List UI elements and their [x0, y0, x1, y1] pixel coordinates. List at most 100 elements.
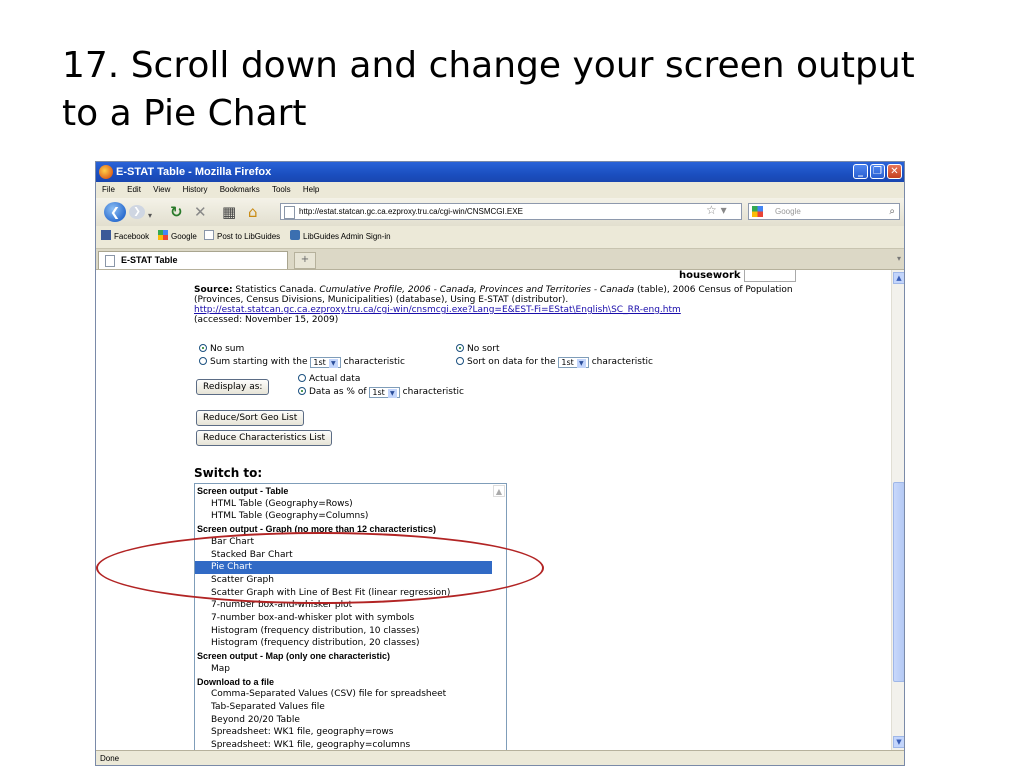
- menu-history[interactable]: History: [183, 185, 208, 194]
- print-icon[interactable]: ▦: [222, 203, 236, 221]
- forward-button[interactable]: ❯: [129, 205, 145, 219]
- listbox-option[interactable]: Pie Chart: [195, 561, 506, 575]
- radio-icon: [199, 357, 207, 365]
- browser-window: E-STAT Table - Mozilla Firefox _ ❐ ✕ Fil…: [95, 161, 905, 766]
- address-bar[interactable]: http://estat.statcan.gc.ca.ezproxy.tru.c…: [280, 203, 742, 220]
- google-icon: [752, 206, 763, 217]
- stop-icon[interactable]: ✕: [194, 203, 207, 221]
- accessed-date: (accessed: November 15, 2009): [194, 315, 339, 325]
- listbox-option[interactable]: Bar Chart: [195, 536, 506, 549]
- option-label: Sort on data for the: [467, 357, 556, 367]
- radio-icon: [298, 374, 306, 382]
- listbox-option[interactable]: Scatter Graph with Line of Best Fit (lin…: [195, 587, 506, 600]
- option-label: characteristic: [343, 357, 405, 367]
- listbox-option[interactable]: Histogram (frequency distribution, 20 cl…: [195, 637, 506, 650]
- sum-starting-option[interactable]: Sum starting with the 1st ▼ characteristi…: [199, 357, 405, 368]
- housework-cell-box: [744, 270, 796, 282]
- actual-data-option[interactable]: Actual data: [298, 374, 360, 384]
- no-sum-option[interactable]: No sum: [199, 344, 244, 354]
- reduce-characteristics-button[interactable]: Reduce Characteristics List: [196, 430, 333, 446]
- bookmark-post-to-libguides[interactable]: Post to LibGuides: [204, 226, 280, 248]
- page-content: housework Source: Statistics Canada. Cum…: [96, 270, 891, 750]
- tab-estat-table[interactable]: E-STAT Table: [98, 251, 288, 269]
- redisplay-button[interactable]: Redisplay as:: [196, 379, 270, 395]
- page-scrollbar[interactable]: ▲ ▼: [891, 270, 904, 750]
- libguides-icon: [290, 230, 300, 240]
- search-placeholder: Google: [775, 207, 801, 216]
- option-label: No sort: [467, 344, 500, 354]
- listbox-option[interactable]: Histogram (frequency distribution, 10 cl…: [195, 625, 506, 638]
- listbox-option[interactable]: Tab-Separated Values file: [195, 701, 506, 714]
- bookmark-facebook[interactable]: Facebook: [101, 226, 149, 248]
- percent-characteristic-select[interactable]: 1st ▼: [369, 387, 400, 398]
- listbox-option[interactable]: 7-number box-and-whisker plot: [195, 599, 506, 612]
- page-icon: [204, 230, 214, 240]
- scroll-down-icon[interactable]: ▼: [893, 736, 904, 748]
- menu-help[interactable]: Help: [303, 185, 319, 194]
- listbox-option[interactable]: Beyond 20/20 Table: [195, 714, 506, 727]
- bookmark-libguides-admin[interactable]: LibGuides Admin Sign-in: [290, 226, 391, 248]
- option-label: Data as % of: [309, 387, 367, 397]
- page-icon: [284, 206, 295, 219]
- output-listbox[interactable]: Screen output - Table HTML Table (Geograp…: [194, 483, 507, 750]
- chevron-down-icon: ▼: [576, 359, 586, 368]
- tab-list-icon[interactable]: ▾: [897, 254, 901, 263]
- listbox-option[interactable]: Comma-Separated Values (CSV) file for sp…: [195, 688, 506, 701]
- listbox-group-header: Screen output - Table: [197, 486, 289, 496]
- listbox-option[interactable]: Spreadsheet: WK1 file, geography=rows: [195, 726, 506, 739]
- firefox-logo-icon: [99, 165, 113, 179]
- radio-icon: [456, 344, 464, 352]
- listbox-option[interactable]: HTML Table (Geography=Rows): [195, 498, 506, 511]
- close-button[interactable]: ✕: [887, 164, 902, 179]
- tab-strip: E-STAT Table + ▾: [96, 249, 904, 270]
- sort-on-option[interactable]: Sort on data for the 1st ▼ characteristic: [456, 357, 653, 368]
- housework-label: housework: [679, 270, 741, 281]
- menu-view[interactable]: View: [153, 185, 170, 194]
- sort-characteristic-select[interactable]: 1st ▼: [558, 357, 589, 368]
- sum-characteristic-select[interactable]: 1st ▼: [310, 357, 341, 368]
- no-sort-option[interactable]: No sort: [456, 344, 500, 354]
- listbox-option[interactable]: 7-number box-and-whisker plot with symbo…: [195, 612, 506, 625]
- listbox-option[interactable]: Stacked Bar Chart: [195, 549, 506, 562]
- history-dropdown-icon[interactable]: ▾: [148, 207, 152, 225]
- bookmark-google[interactable]: Google: [158, 226, 197, 248]
- listbox-option[interactable]: HTML Table (Geography=Columns): [195, 510, 506, 523]
- option-label: Sum starting with the: [210, 357, 308, 367]
- slide-title: 17. Scroll down and change your screen o…: [62, 45, 915, 134]
- source-label: Source:: [194, 285, 233, 295]
- tab-label: E-STAT Table: [121, 255, 178, 265]
- reload-icon[interactable]: ↻: [170, 203, 183, 221]
- maximize-button[interactable]: ❐: [870, 164, 885, 179]
- bookmark-label: Facebook: [114, 232, 150, 241]
- menu-edit[interactable]: Edit: [127, 185, 141, 194]
- listbox-group-header: Screen output - Graph (no more than 12 c…: [197, 524, 437, 535]
- listbox-scrollbar[interactable]: ▲: [492, 484, 506, 750]
- listbox-option[interactable]: Spreadsheet: WK1 file, geography=columns: [195, 739, 506, 750]
- source-link[interactable]: http://estat.statcan.gc.ca.ezproxy.tru.c…: [194, 305, 681, 315]
- new-tab-button[interactable]: +: [294, 252, 316, 269]
- scroll-up-icon[interactable]: ▲: [893, 272, 904, 284]
- bookmark-label: Post to LibGuides: [217, 232, 281, 241]
- listbox-option[interactable]: Scatter Graph: [195, 574, 506, 587]
- home-icon[interactable]: ⌂: [248, 203, 258, 221]
- scrollbar-thumb[interactable]: [893, 482, 904, 682]
- search-input[interactable]: Google ⌕: [748, 203, 900, 220]
- bookmark-star-icon[interactable]: ☆ ▾: [706, 203, 727, 217]
- menu-bookmarks[interactable]: Bookmarks: [220, 185, 260, 194]
- address-url: http://estat.statcan.gc.ca.ezproxy.tru.c…: [299, 207, 523, 216]
- data-as-percent-option[interactable]: Data as % of 1st ▼ characteristic: [298, 387, 464, 398]
- back-button[interactable]: ❮: [104, 202, 126, 222]
- page-icon: [105, 255, 115, 267]
- title-bar: E-STAT Table - Mozilla Firefox _ ❐ ✕: [96, 162, 904, 182]
- menu-tools[interactable]: Tools: [272, 185, 291, 194]
- chevron-down-icon: ▼: [328, 359, 338, 368]
- reduce-geo-button[interactable]: Reduce/Sort Geo List: [196, 410, 305, 426]
- listbox-option[interactable]: Map: [195, 663, 506, 676]
- menu-bar: File Edit View History Bookmarks Tools H…: [96, 182, 904, 198]
- listbox-group-header: Download to a file: [197, 676, 275, 687]
- menu-file[interactable]: File: [102, 185, 115, 194]
- minimize-button[interactable]: _: [853, 164, 868, 179]
- search-magnifier-icon[interactable]: ⌕: [889, 204, 895, 219]
- scroll-up-icon[interactable]: ▲: [493, 485, 505, 497]
- option-label: Actual data: [309, 374, 361, 384]
